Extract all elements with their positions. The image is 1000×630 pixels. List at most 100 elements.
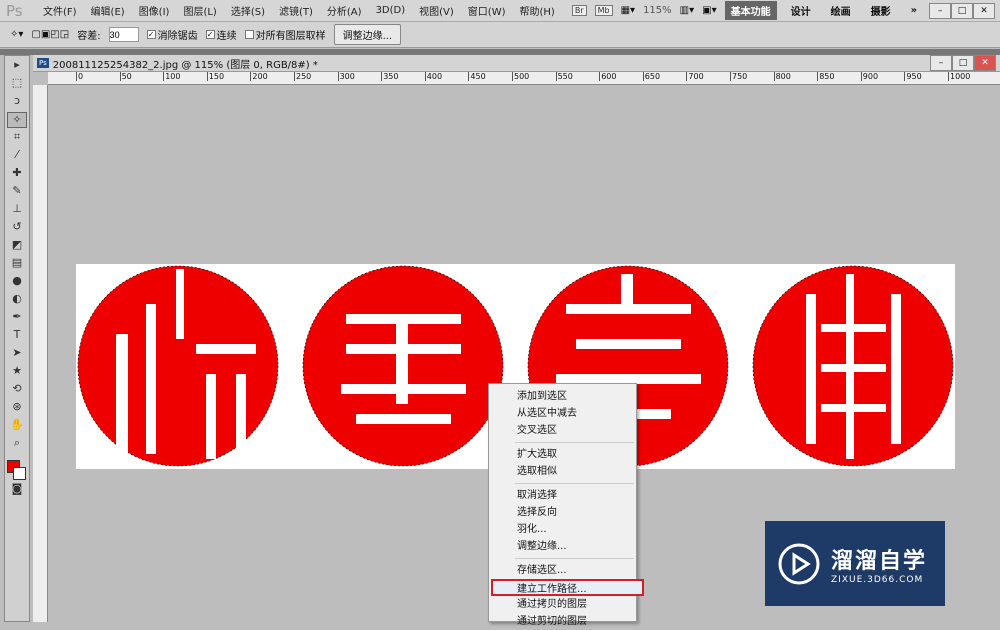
menu-file[interactable]: 文件(F) [36, 3, 84, 18]
menu-separator [515, 483, 634, 484]
doc-minimize-icon[interactable]: – [930, 55, 952, 71]
context-menu: 添加到选区 从选区中减去 交叉选区 扩大选取 选取相似 取消选择 选择反向 羽化… [488, 383, 644, 627]
menu-3d[interactable]: 3D(D) [369, 5, 413, 16]
magic-wand-icon[interactable]: ✧▾ [10, 29, 23, 40]
options-bar: ✧▾ ▢▣◰◲ 容差: ✓消除锯齿 ✓连续 对所有图层取样 调整边缘... [0, 22, 1000, 48]
menu-bar: Ps 文件(F) 编辑(E) 图像(I) 图层(L) 选择(S) 滤镜(T) 分… [0, 0, 1000, 22]
doc-close-icon[interactable]: ✕ [974, 55, 996, 71]
shape-tool-icon[interactable]: ★ [7, 364, 27, 380]
ruler-tick-label: 200 [250, 72, 268, 81]
horizontal-ruler: 0 50 100 150 200 250 300 350 400 450 500 550 600 650 7… [48, 72, 1000, 85]
watermark-url: ZIXUE.3D66.COM [831, 574, 924, 585]
antialias-checkbox[interactable]: ✓ 消除锯齿 [146, 27, 198, 42]
healing-tool-icon[interactable]: ✚ [7, 166, 27, 182]
ruler-tick-label: 550 [555, 72, 573, 81]
menu-analysis[interactable]: 分析(A) [320, 3, 369, 18]
menu-similar[interactable]: 选取相似 [489, 463, 636, 480]
path-select-icon[interactable]: ➤ [7, 346, 27, 362]
workspace-design[interactable]: 设计 [785, 1, 817, 20]
contiguous-checkbox[interactable]: ✓ 连续 [205, 27, 237, 42]
menu-inverse[interactable]: 选择反向 [489, 504, 636, 521]
menu-image[interactable]: 图像(I) [132, 3, 177, 18]
menu-window[interactable]: 窗口(W) [461, 3, 513, 18]
watermark: 溜溜自学 ZIXUE.3D66.COM [765, 521, 945, 606]
play-logo-icon [778, 543, 820, 584]
minimize-icon[interactable]: – [929, 2, 952, 19]
menu-feather[interactable]: 羽化... [489, 521, 636, 538]
minibridge-button[interactable]: Mb [594, 5, 613, 16]
menu-select[interactable]: 选择(S) [224, 3, 272, 18]
maximize-icon[interactable]: □ [951, 2, 974, 19]
sample-all-layers-checkbox[interactable]: 对所有图层取样 [244, 27, 326, 42]
ruler-tick-label: 750 [730, 72, 748, 81]
move-tool-icon[interactable]: ▸ [7, 58, 27, 74]
menu-intersect-selection[interactable]: 交叉选区 [489, 422, 636, 439]
workspace-painting[interactable]: 绘画 [825, 1, 857, 20]
background-color-swatch[interactable] [13, 467, 26, 480]
type-tool-icon[interactable]: T [7, 328, 27, 344]
ruler-tick-label: 250 [294, 72, 312, 81]
ruler-tick-label: 300 [337, 72, 355, 81]
menu-make-work-path[interactable]: 建立工作路径... [491, 579, 644, 596]
crop-tool-icon[interactable]: ⌗ [7, 130, 27, 146]
arrange-icon[interactable]: ▥▾ [680, 5, 694, 16]
3d-orbit-icon[interactable]: ⊛ [7, 400, 27, 416]
ruler-tick-label: 450 [468, 72, 486, 81]
eraser-tool-icon[interactable]: ◩ [7, 238, 27, 254]
eyedropper-tool-icon[interactable]: ⁄ [7, 148, 27, 164]
close-icon[interactable]: ✕ [973, 2, 996, 19]
workspace-photography[interactable]: 摄影 [865, 1, 897, 20]
ruler-tick-label: 500 [512, 72, 530, 81]
menu-deselect[interactable]: 取消选择 [489, 487, 636, 504]
marquee-tool-icon[interactable]: ⬚ [7, 76, 27, 92]
menu-layer[interactable]: 图层(L) [176, 3, 223, 18]
menu-add-to-selection[interactable]: 添加到选区 [489, 388, 636, 405]
gradient-tool-icon[interactable]: ▤ [7, 256, 27, 272]
view-extras-icon[interactable]: ▦▾ [621, 5, 635, 16]
workspace-essentials[interactable]: 基本功能 [724, 1, 777, 20]
history-brush-icon[interactable]: ↺ [7, 220, 27, 236]
ruler-tick-label: 100 [163, 72, 181, 81]
bridge-button[interactable]: Br [571, 5, 587, 16]
ruler-tick-label: 150 [206, 72, 225, 81]
menu-separator [515, 442, 634, 443]
screen-mode-icon[interactable]: ▣▾ [702, 5, 716, 16]
ruler-tick-label: 50 [119, 72, 132, 81]
dodge-tool-icon[interactable]: ◐ [7, 292, 27, 308]
blur-tool-icon[interactable]: ● [7, 274, 27, 290]
ruler-tick-label: 400 [424, 72, 443, 81]
menu-view[interactable]: 视图(V) [412, 3, 461, 18]
ruler-tick-label: 350 [381, 72, 399, 81]
3d-rotate-icon[interactable]: ⟲ [7, 382, 27, 398]
document-tab[interactable]: Ps 200811125254382_2.jpg @ 115% (图层 0, R… [33, 55, 1000, 72]
menu-help[interactable]: 帮助(H) [513, 3, 562, 18]
selection-mode-icons[interactable]: ▢▣◰◲ [31, 29, 69, 40]
toolbox: ▸ ⬚ ↄ ✧ ⌗ ⁄ ✚ ✎ ⊥ ↺ ◩ ▤ ● ◐ ✒ T ➤ ★ ⟲ ⊛ … [4, 55, 30, 622]
zoom-tool-icon[interactable]: ⌕ [7, 436, 27, 452]
quick-mask-icon[interactable]: ◙ [7, 482, 27, 498]
brush-tool-icon[interactable]: ✎ [7, 184, 27, 200]
ruler-tick-label: 600 [599, 72, 617, 81]
menu-edit[interactable]: 编辑(E) [84, 3, 132, 18]
refine-edge-button[interactable]: 调整边缘... [333, 24, 402, 45]
pen-tool-icon[interactable]: ✒ [7, 310, 27, 326]
menu-refine-edge[interactable]: 调整边缘... [489, 538, 636, 555]
vertical-ruler [33, 85, 48, 622]
magic-wand-tool-icon[interactable]: ✧ [7, 112, 27, 128]
stamp-tool-icon[interactable]: ⊥ [7, 202, 27, 218]
more-workspaces[interactable]: » [905, 3, 923, 18]
menu-subtract-from-selection[interactable]: 从选区中减去 [489, 405, 636, 422]
ruler-tick-label: 800 [773, 72, 791, 81]
lasso-tool-icon[interactable]: ↄ [7, 94, 27, 110]
tolerance-label: 容差: [77, 31, 101, 42]
menu-grow[interactable]: 扩大选取 [489, 446, 636, 463]
doc-maximize-icon[interactable]: □ [952, 55, 974, 71]
zoom-level[interactable]: 115% [643, 5, 672, 16]
document-title: 200811125254382_2.jpg @ 115% (图层 0, RGB/… [52, 59, 318, 71]
menu-layer-via-copy[interactable]: 通过拷贝的图层 [489, 596, 636, 613]
menu-save-selection[interactable]: 存储选区... [489, 562, 636, 579]
tolerance-input[interactable] [108, 27, 139, 42]
menu-filter[interactable]: 滤镜(T) [272, 3, 320, 18]
ruler-tick-label: 950 [904, 72, 922, 81]
hand-tool-icon[interactable]: ✋ [7, 418, 27, 434]
